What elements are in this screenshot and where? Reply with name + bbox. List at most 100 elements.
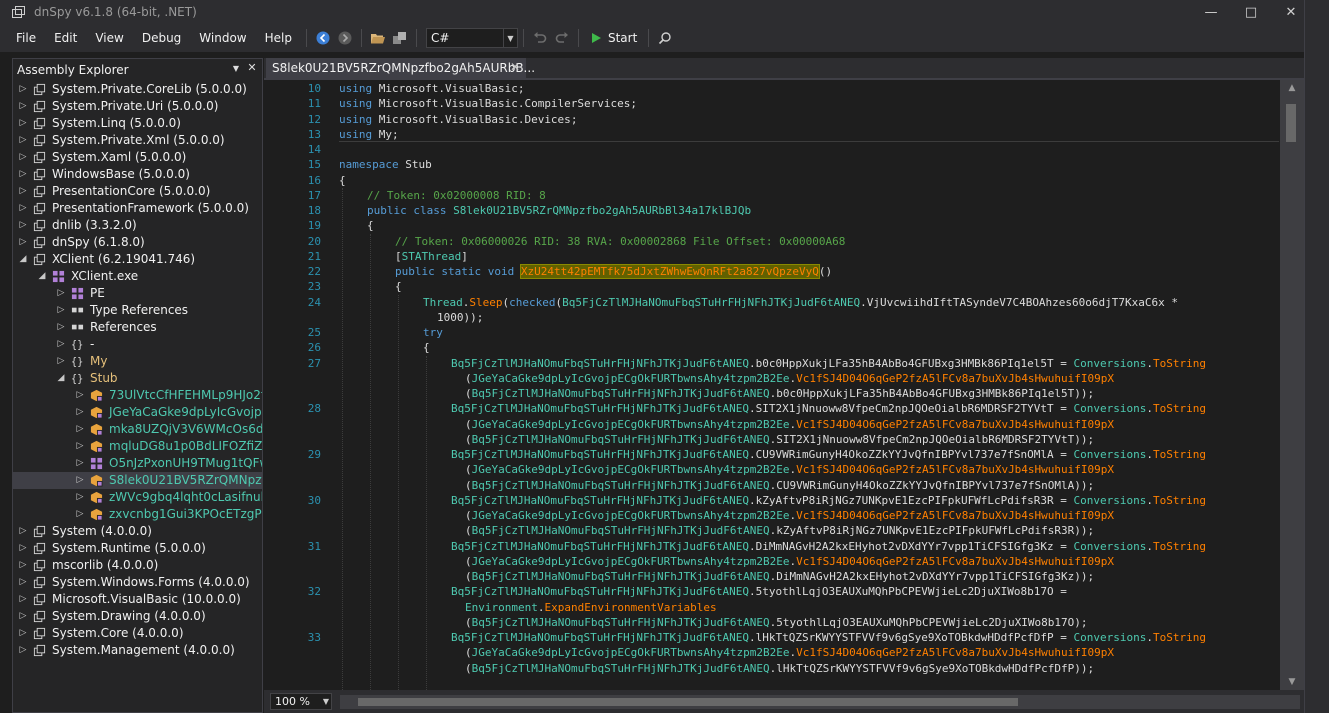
collapsed-arrow-icon[interactable]: ▷: [18, 166, 28, 183]
collapsed-arrow-icon[interactable]: ▷: [75, 455, 85, 472]
tree-node[interactable]: ▷ System.Management (4.0.0.0): [13, 642, 262, 659]
tree-node[interactable]: ▷ JGeYaCaGke9dpLyIcGvojpECg: [13, 404, 262, 421]
tree-node[interactable]: ▷ References: [13, 319, 262, 336]
collapsed-arrow-icon[interactable]: ▷: [18, 217, 28, 234]
tree-node[interactable]: ▷ mqluDG8u1p0BdLIFOZfiZB3r: [13, 438, 262, 455]
minimize-button[interactable]: —: [1191, 0, 1231, 24]
collapsed-arrow-icon[interactable]: ▷: [18, 234, 28, 251]
redo-button[interactable]: [551, 27, 573, 49]
panel-menu-button[interactable]: ▼: [229, 61, 243, 77]
tree-node[interactable]: ◢ XClient.exe: [13, 268, 262, 285]
collapsed-arrow-icon[interactable]: ▷: [18, 149, 28, 166]
tree-node[interactable]: ▷ System (4.0.0.0): [13, 523, 262, 540]
maximize-button[interactable]: □: [1231, 0, 1271, 24]
collapsed-arrow-icon[interactable]: ▷: [18, 98, 28, 115]
tree-node[interactable]: ▷ O5nJzPxonUH9TMug1tQFw8: [13, 455, 262, 472]
menu-debug[interactable]: Debug: [133, 24, 190, 52]
collapsed-arrow-icon[interactable]: ▷: [18, 608, 28, 625]
open-list-button[interactable]: [389, 27, 411, 49]
collapsed-arrow-icon[interactable]: ▷: [75, 404, 85, 421]
code-editor[interactable]: 10 using Microsoft.VisualBasic; 11 using Mi…: [264, 80, 1280, 690]
scroll-down-icon[interactable]: ▼: [1280, 674, 1304, 690]
menu-window[interactable]: Window: [190, 24, 255, 52]
tree-node[interactable]: ▷ dnlib (3.3.2.0): [13, 217, 262, 234]
tree-node[interactable]: ◢ XClient (6.2.19041.746): [13, 251, 262, 268]
tree-node[interactable]: ▷ mscorlib (4.0.0.0): [13, 557, 262, 574]
menu-file[interactable]: File: [7, 24, 45, 52]
collapsed-arrow-icon[interactable]: ▷: [18, 115, 28, 132]
tree-node[interactable]: ▷ System.Private.Uri (5.0.0.0): [13, 98, 262, 115]
collapsed-arrow-icon[interactable]: ▷: [75, 387, 85, 404]
tree-node[interactable]: ▷ {} My: [13, 353, 262, 370]
collapsed-arrow-icon[interactable]: ▷: [75, 489, 85, 506]
collapsed-arrow-icon[interactable]: ▷: [18, 540, 28, 557]
zoom-select[interactable]: 100 % ▼: [270, 693, 332, 710]
tree-node[interactable]: ▷ {} -: [13, 336, 262, 353]
expanded-arrow-icon[interactable]: ◢: [37, 268, 47, 285]
assembly-tree[interactable]: ▷ System.Private.CoreLib (5.0.0.0) ▷ System…: [13, 81, 262, 713]
menu-help[interactable]: Help: [256, 24, 301, 52]
expanded-arrow-icon[interactable]: ◢: [18, 251, 28, 268]
horizontal-scrollbar[interactable]: [340, 695, 1300, 709]
collapsed-arrow-icon[interactable]: ▷: [18, 557, 28, 574]
collapsed-arrow-icon[interactable]: ▷: [75, 438, 85, 455]
collapsed-arrow-icon[interactable]: ▷: [56, 353, 66, 370]
tree-node[interactable]: ▷ PresentationFramework (5.0.0.0): [13, 200, 262, 217]
collapsed-arrow-icon[interactable]: ▷: [18, 523, 28, 540]
tree-node[interactable]: ▷ Type References: [13, 302, 262, 319]
tree-node[interactable]: ▷ System.Private.CoreLib (5.0.0.0): [13, 81, 262, 98]
code-line: 11 using Microsoft.VisualBasic.CompilerSe…: [264, 96, 1280, 111]
tree-node[interactable]: ▷ System.Runtime (5.0.0.0): [13, 540, 262, 557]
tree-node[interactable]: ▷ 73UlVtcCfHFEHMLp9HJo2fgf: [13, 387, 262, 404]
collapsed-arrow-icon[interactable]: ▷: [18, 625, 28, 642]
menu-edit[interactable]: Edit: [45, 24, 86, 52]
tree-node[interactable]: ▷ Microsoft.VisualBasic (10.0.0.0): [13, 591, 262, 608]
collapsed-arrow-icon[interactable]: ▷: [75, 472, 85, 489]
tab-close-button[interactable]: ✕: [510, 60, 520, 74]
back-button[interactable]: [312, 27, 334, 49]
tree-node[interactable]: ▷ System.Private.Xml (5.0.0.0): [13, 132, 262, 149]
tree-node[interactable]: ▷ mka8UZQjV3V6WMcOs6dO0: [13, 421, 262, 438]
highlighted-method-name[interactable]: XzU24tt42pEMTfk75dJxtZWhwEwQnRFt2a827vQp…: [519, 264, 820, 279]
tree-node[interactable]: ▷ WindowsBase (5.0.0.0): [13, 166, 262, 183]
collapsed-arrow-icon[interactable]: ▷: [56, 285, 66, 302]
vertical-scrollbar[interactable]: ▲ ▼: [1280, 80, 1304, 690]
collapsed-arrow-icon[interactable]: ▷: [18, 183, 28, 200]
collapsed-arrow-icon[interactable]: ▷: [18, 591, 28, 608]
menu-view[interactable]: View: [86, 24, 132, 52]
tab-document[interactable]: S8lek0U21BV5RZrQMNpzfbo2gAh5AURbB... ✕: [266, 58, 535, 78]
collapsed-arrow-icon[interactable]: ▷: [56, 336, 66, 353]
collapsed-arrow-icon[interactable]: ▷: [18, 81, 28, 98]
search-button[interactable]: [654, 27, 676, 49]
panel-close-button[interactable]: ✕: [245, 61, 259, 77]
start-button[interactable]: Start: [584, 31, 643, 45]
tree-node[interactable]: ▷ PE: [13, 285, 262, 302]
collapsed-arrow-icon[interactable]: ▷: [56, 319, 66, 336]
collapsed-arrow-icon[interactable]: ▷: [18, 200, 28, 217]
open-button[interactable]: [367, 27, 389, 49]
language-select[interactable]: C# ▼: [425, 28, 518, 48]
scroll-up-icon[interactable]: ▲: [1280, 80, 1304, 96]
collapsed-arrow-icon[interactable]: ▷: [18, 642, 28, 659]
tree-node[interactable]: ▷ System.Drawing (4.0.0.0): [13, 608, 262, 625]
collapsed-arrow-icon[interactable]: ▷: [18, 574, 28, 591]
collapsed-arrow-icon[interactable]: ▷: [75, 506, 85, 523]
tree-node[interactable]: ◢ {} Stub: [13, 370, 262, 387]
collapsed-arrow-icon[interactable]: ▷: [56, 302, 66, 319]
tree-node[interactable]: ▷ zxvcnbg1Gui3KPOcETzgPgqF: [13, 506, 262, 523]
tree-node[interactable]: ▷ System.Core (4.0.0.0): [13, 625, 262, 642]
forward-button[interactable]: [334, 27, 356, 49]
collapsed-arrow-icon[interactable]: ▷: [75, 421, 85, 438]
collapsed-arrow-icon[interactable]: ▷: [18, 132, 28, 149]
tree-node[interactable]: ▷ System.Windows.Forms (4.0.0.0): [13, 574, 262, 591]
expanded-arrow-icon[interactable]: ◢: [56, 370, 66, 387]
tree-node[interactable]: ▷ System.Linq (5.0.0.0): [13, 115, 262, 132]
horizontal-scroll-thumb[interactable]: [358, 698, 1018, 706]
tree-node[interactable]: ▷ S8lek0U21BV5RZrQMNpzfbo2: [13, 472, 262, 489]
undo-button[interactable]: [529, 27, 551, 49]
tree-node[interactable]: ▷ dnSpy (6.1.8.0): [13, 234, 262, 251]
tree-node[interactable]: ▷ System.Xaml (5.0.0.0): [13, 149, 262, 166]
tree-node[interactable]: ▷ zWVc9gbq4lqht0cLasifnubM: [13, 489, 262, 506]
scroll-thumb[interactable]: [1286, 104, 1296, 142]
tree-node[interactable]: ▷ PresentationCore (5.0.0.0): [13, 183, 262, 200]
